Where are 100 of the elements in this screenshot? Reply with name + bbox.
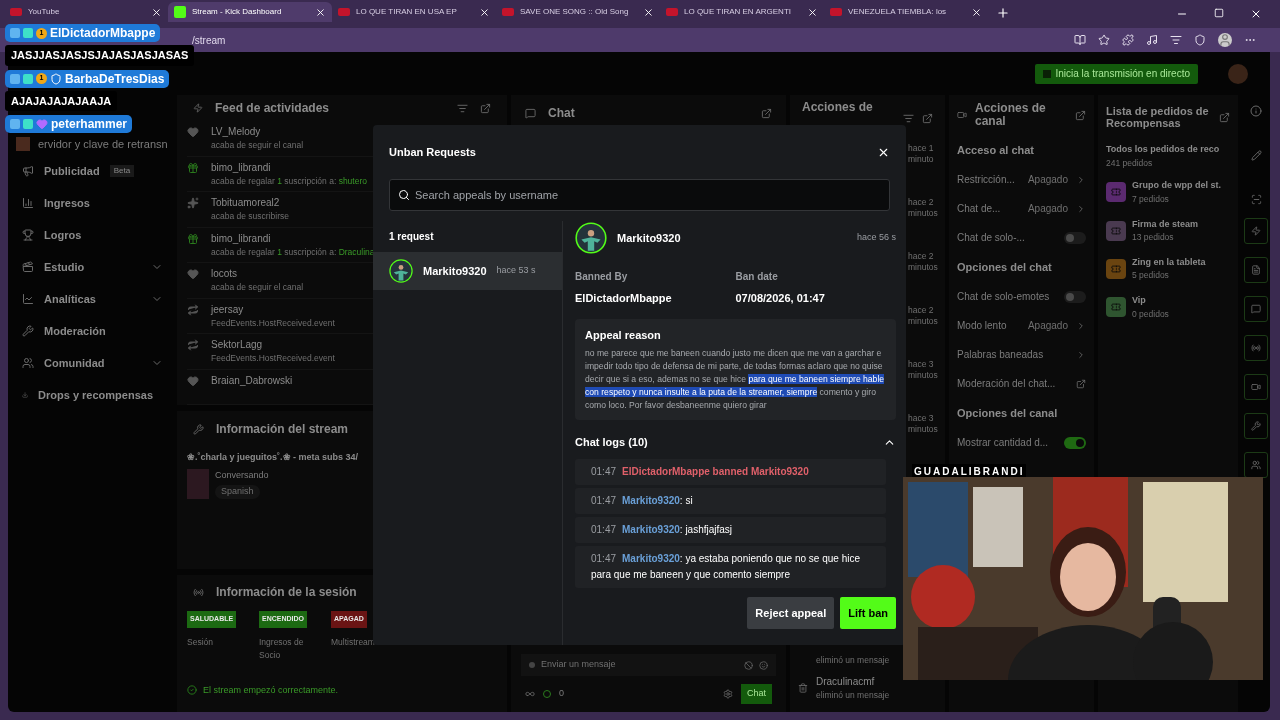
close-icon[interactable]	[971, 6, 982, 18]
toggle-switch[interactable]	[1064, 231, 1086, 244]
extensions-icon[interactable]	[1122, 34, 1134, 46]
chat-logs-title[interactable]: Chat logs (10)	[575, 434, 883, 451]
close-icon[interactable]	[1250, 8, 1262, 20]
request-user: Markito9320	[423, 263, 487, 279]
heart-icon	[36, 118, 48, 130]
close-icon[interactable]	[479, 6, 490, 18]
filter-icon[interactable]	[903, 113, 914, 124]
rail-button[interactable]	[1244, 413, 1268, 439]
lift-ban-button[interactable]: Lift ban	[840, 597, 896, 629]
heart-icon	[187, 268, 199, 280]
rail-button[interactable]	[1244, 335, 1268, 361]
reward-item[interactable]: Firma de steam 13 pedidos	[1106, 217, 1230, 244]
restore-icon[interactable]	[1214, 8, 1224, 18]
popout-icon[interactable]	[1219, 111, 1230, 123]
nav-item[interactable]: Comunidad	[16, 347, 173, 379]
section-heading: Acceso al chat	[957, 142, 1036, 158]
chat-message: JASJJASJASJSJAJASJASJASAS	[5, 45, 195, 66]
reward-count: 13 pedidos	[1132, 231, 1175, 244]
reader-icon[interactable]	[1074, 34, 1086, 46]
nav-item[interactable]: Moderación	[16, 315, 173, 347]
setting-value: Apagado	[1027, 173, 1068, 187]
go-live-button[interactable]: Inicia la transmisión en directo	[1035, 63, 1198, 84]
panel-title: Feed de actividades	[215, 100, 331, 117]
close-icon[interactable]	[807, 6, 818, 18]
message-input[interactable]: Enviar un mensaje	[521, 654, 776, 676]
search-field[interactable]: Search appeals by username	[389, 179, 890, 211]
action-time: hace 2 minutos	[908, 305, 939, 328]
send-button[interactable]: Chat	[741, 684, 772, 704]
sparkle-icon	[187, 197, 199, 209]
url-text[interactable]: /stream	[192, 32, 1074, 48]
nav-item[interactable]: Logros	[16, 219, 173, 251]
music-icon[interactable]	[1146, 34, 1158, 46]
rail-button[interactable]	[1244, 218, 1268, 244]
favorites-list-icon[interactable]	[1170, 34, 1182, 46]
profile-icon[interactable]	[1218, 33, 1232, 47]
search-icon	[398, 189, 410, 201]
browser-tab[interactable]: Stream - Kick Dashboard	[168, 2, 332, 22]
nav-item[interactable]: Ingresos	[16, 187, 173, 219]
nav-item[interactable]: Publicidad Beta	[16, 155, 173, 187]
play-icon	[830, 8, 842, 16]
popout-icon[interactable]	[1075, 109, 1086, 121]
nav-item[interactable]: ervidor y clave de retransn	[38, 135, 168, 153]
browser-tab[interactable]: VENEZUELA TIEMBLA: los	[824, 2, 988, 22]
action-text: eliminó un mensaje	[815, 653, 891, 667]
request-item[interactable]: Markito9320 hace 53 s	[373, 252, 562, 290]
popout-icon[interactable]	[480, 102, 491, 114]
nav-item[interactable]: Estudio	[16, 251, 173, 283]
setting-row[interactable]: Modo lento Apagado	[957, 311, 1086, 340]
setting-row[interactable]: Chat de... Apagado	[957, 194, 1086, 223]
emoji-icon[interactable]	[759, 660, 768, 670]
broadcast-icon	[193, 586, 204, 598]
close-icon[interactable]	[643, 6, 654, 18]
event-text: acaba de seguir el canal	[211, 139, 304, 152]
new-tab-icon[interactable]	[996, 6, 1010, 20]
block-icon[interactable]	[744, 660, 753, 670]
wrench-icon	[22, 325, 34, 337]
setting-row[interactable]: Restricción... Apagado	[957, 165, 1086, 194]
browser-tab[interactable]: LO QUE TIRAN EN ARGENTI	[660, 2, 824, 22]
nav-item[interactable]: Drops y recompensas	[16, 379, 173, 411]
pencil-icon[interactable]	[1250, 150, 1262, 161]
reward-name: Firma de steam	[1132, 217, 1199, 231]
chevron-icon	[1076, 320, 1086, 331]
scan-icon[interactable]	[1250, 194, 1262, 205]
setting-value: Apagado	[1027, 202, 1068, 216]
setting-row[interactable]: Moderación del chat...	[957, 369, 1086, 398]
close-icon[interactable]	[315, 6, 326, 18]
action-time: hace 2 minutos	[908, 197, 939, 220]
modal-title: Unban Requests	[389, 144, 477, 160]
toggle-switch[interactable]	[1064, 436, 1086, 449]
tab-title: YouTube	[28, 6, 61, 18]
nav-item[interactable]: Analíticas	[16, 283, 173, 315]
favorite-icon[interactable]	[1098, 34, 1110, 46]
event-user: Braian_Dabrowski	[211, 373, 293, 388]
popout-icon[interactable]	[922, 113, 933, 124]
close-icon[interactable]	[151, 6, 162, 18]
filter-icon[interactable]	[457, 102, 468, 114]
setting-row[interactable]: Palabras baneadas	[957, 340, 1086, 369]
rail-button[interactable]	[1244, 296, 1268, 322]
toggle-switch[interactable]	[1064, 290, 1086, 303]
avatar	[575, 222, 607, 254]
reward-item[interactable]: Grupo de wpp del st. 7 pedidos	[1106, 179, 1230, 206]
badge-icon	[10, 73, 20, 84]
info-icon[interactable]	[1250, 105, 1262, 117]
rail-button[interactable]	[1244, 257, 1268, 283]
browser-tab[interactable]: YouTube	[4, 2, 168, 22]
reward-item[interactable]: Vip 0 pedidos	[1106, 294, 1230, 321]
reject-button[interactable]: Reject appeal	[747, 597, 835, 629]
settings-icon[interactable]	[723, 689, 733, 699]
kick-logo-icon	[174, 6, 186, 18]
rail-button[interactable]	[1244, 374, 1268, 400]
browser-tab[interactable]: SAVE ONE SONG :: Old Song	[496, 2, 660, 22]
beta-tag: Beta	[109, 165, 135, 177]
nav-label: Comunidad	[44, 355, 105, 371]
reward-item[interactable]: Zing en la tableta 5 pedidos	[1106, 255, 1230, 282]
shield-icon[interactable]	[1194, 34, 1206, 46]
browser-tab[interactable]: LO QUE TIRAN EN USA EP	[332, 2, 496, 22]
setting-label: Palabras baneadas	[957, 348, 1045, 362]
popout-icon[interactable]	[761, 107, 772, 119]
